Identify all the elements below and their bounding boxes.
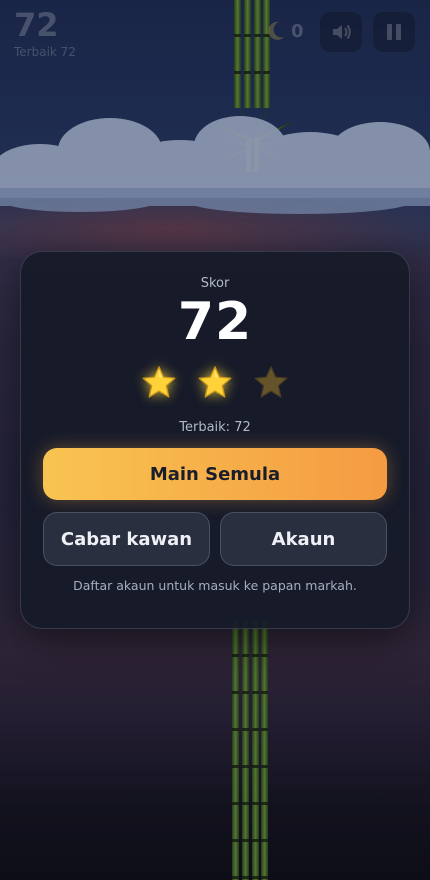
replay-button[interactable]: Main Semula bbox=[43, 448, 387, 500]
game-over-dialog: Skor 72 Terbaik: 72 Main Semula Cabar ka… bbox=[20, 251, 410, 629]
best-score: Terbaik: 72 bbox=[179, 420, 251, 435]
star-rating bbox=[21, 364, 409, 406]
account-button[interactable]: Akaun bbox=[220, 512, 387, 566]
challenge-friend-button[interactable]: Cabar kawan bbox=[43, 512, 210, 566]
score-label: Skor bbox=[200, 276, 230, 291]
leaderboard-hint: Daftar akaun untuk masuk ke papan markah… bbox=[73, 578, 357, 593]
star-icon-filled bbox=[140, 364, 178, 402]
star-icon-empty bbox=[252, 364, 290, 402]
score-value: 72 bbox=[177, 292, 253, 352]
star-icon-filled bbox=[196, 364, 234, 402]
